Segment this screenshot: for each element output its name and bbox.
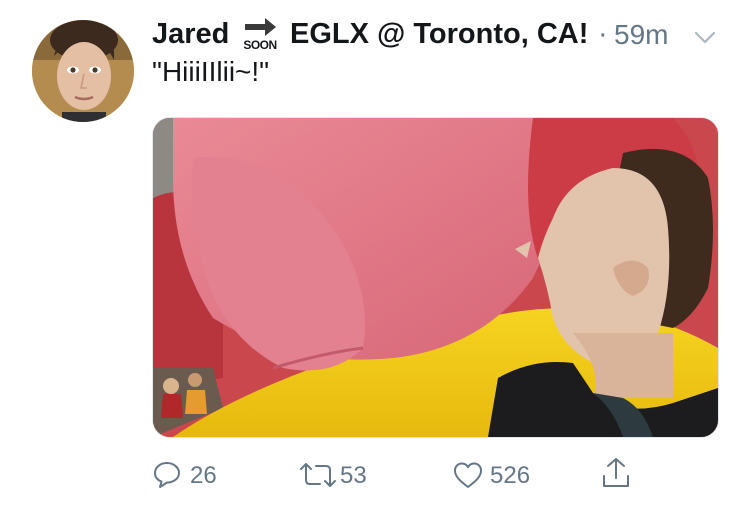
author-name-continued[interactable]: EGLX @ Toronto, CA! xyxy=(290,18,588,51)
soon-arrow-emoji: SOON xyxy=(240,16,280,54)
tweet-text: "HiiiIIlii~!" xyxy=(152,56,270,87)
share-icon xyxy=(603,458,629,487)
retweet-count: 53 xyxy=(340,462,367,489)
soon-label: SOON xyxy=(243,38,277,52)
tweet: Jared SOON EGLX @ Toronto, CA! · 59m "Hi… xyxy=(0,0,750,506)
reply-icon xyxy=(154,462,180,488)
tweet-photo[interactable] xyxy=(152,117,719,438)
like-button[interactable]: 526 xyxy=(452,456,542,496)
share-button[interactable] xyxy=(600,456,640,496)
chevron-down-icon[interactable] xyxy=(692,24,718,50)
retweet-button[interactable]: 53 xyxy=(298,456,378,496)
tweet-actions: 26 53 526 xyxy=(152,456,712,496)
heart-icon xyxy=(454,462,482,488)
timestamp[interactable]: 59m xyxy=(614,19,668,51)
tweet-header: Jared SOON EGLX @ Toronto, CA! · 59m xyxy=(152,14,732,54)
author-name[interactable]: Jared xyxy=(152,18,229,51)
separator-dot: · xyxy=(598,18,608,50)
reply-count: 26 xyxy=(190,462,217,489)
avatar[interactable] xyxy=(32,20,134,122)
reply-button[interactable]: 26 xyxy=(152,456,232,496)
avatar-image xyxy=(32,20,134,122)
photo-image xyxy=(153,118,718,437)
retweet-icon xyxy=(300,463,336,487)
like-count: 526 xyxy=(490,462,531,489)
